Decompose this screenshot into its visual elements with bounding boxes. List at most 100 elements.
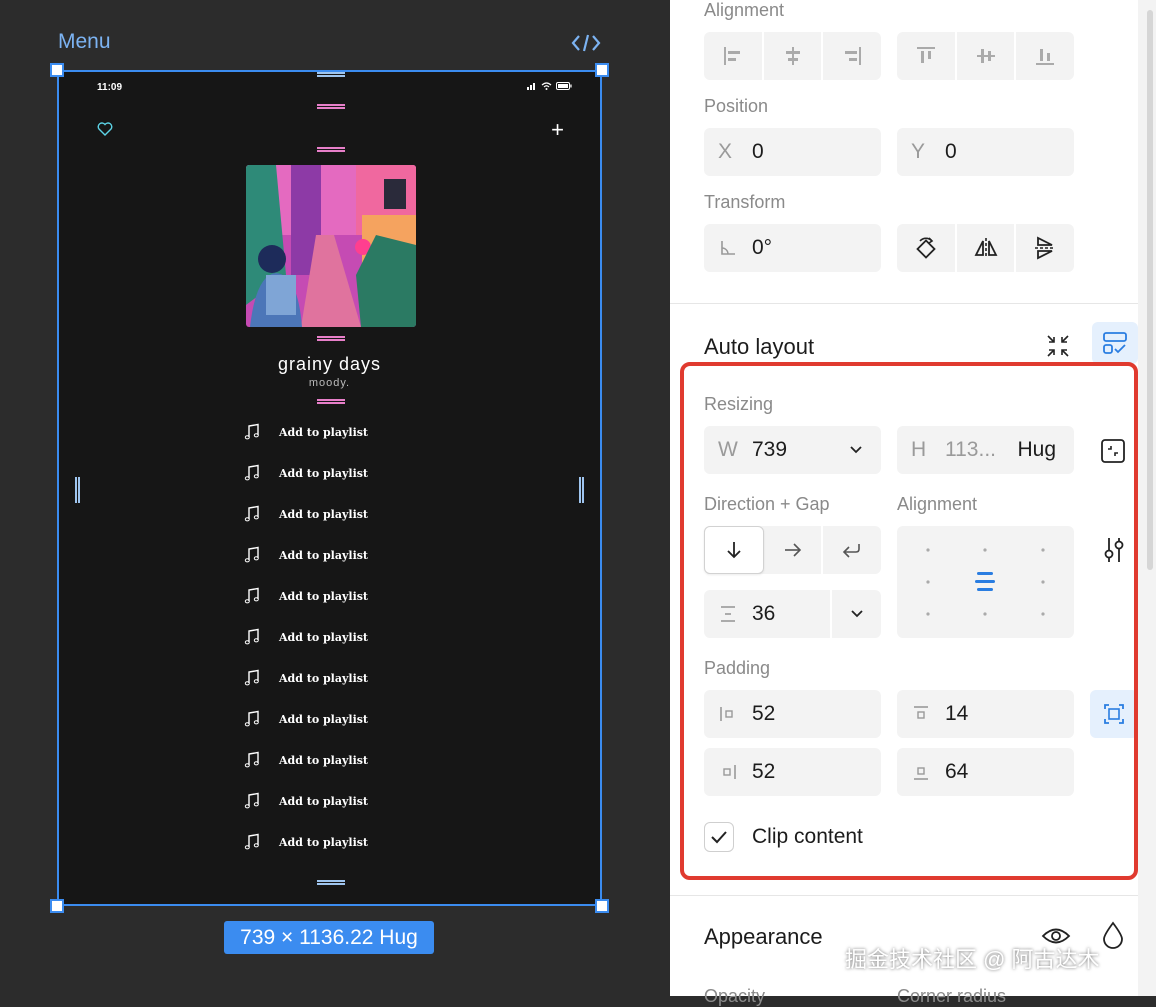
x-prefix: X	[718, 140, 733, 163]
music-note-icon	[244, 792, 259, 809]
playlist-item-label: Add to playlist	[279, 466, 369, 480]
playlist-item[interactable]: Add to playlist	[243, 709, 443, 729]
position-y-field[interactable]: Y 0	[897, 128, 1074, 176]
playlist-item-label: Add to playlist	[279, 671, 369, 685]
playlist-item[interactable]: Add to playlist	[243, 627, 443, 647]
collapse-layout-button[interactable]	[1040, 330, 1076, 362]
playlist-item-label: Add to playlist	[279, 589, 369, 603]
code-icon[interactable]	[570, 32, 602, 54]
align-bottom-icon	[1036, 49, 1055, 65]
music-note-icon	[244, 505, 259, 522]
align-top-icon	[916, 47, 935, 63]
playlist-item[interactable]: Add to playlist	[243, 832, 443, 852]
playlist-item-label: Add to playlist	[279, 835, 369, 849]
music-note-icon	[244, 710, 259, 727]
playlist-item[interactable]: Add to playlist	[243, 422, 443, 442]
section-divider	[670, 303, 1138, 304]
flip-horizontal-button[interactable]	[957, 224, 1017, 272]
align-left-icon	[723, 47, 740, 65]
spacer-marker	[317, 880, 345, 885]
align-middle-icon	[976, 49, 995, 63]
align-top-button[interactable]	[897, 32, 957, 80]
music-note-icon	[244, 464, 259, 481]
wifi-icon	[541, 82, 552, 90]
position-x-field[interactable]: X 0	[704, 128, 881, 176]
section-divider	[670, 895, 1138, 896]
horizontal-align-group	[704, 32, 881, 80]
music-note-icon	[244, 423, 259, 440]
battery-icon	[556, 82, 572, 90]
music-note-icon	[244, 751, 259, 768]
collapse-arrows-icon	[1047, 335, 1069, 357]
plus-icon[interactable]: +	[551, 119, 564, 141]
spacer-marker	[317, 147, 345, 152]
playlist-item[interactable]: Add to playlist	[243, 750, 443, 770]
flip-vertical-button[interactable]	[1016, 224, 1074, 272]
signal-icon	[527, 83, 535, 90]
corner-radius-label: Corner radius	[897, 986, 1007, 1006]
rotate-button[interactable]	[897, 224, 957, 272]
highlight-annotation	[680, 362, 1138, 880]
auto-layout-title: Auto layout	[704, 334, 815, 359]
flip-vertical-icon	[1035, 236, 1056, 260]
position-y-value: 0	[945, 140, 957, 163]
flip-horizontal-icon	[974, 238, 997, 258]
align-right-icon	[845, 47, 862, 65]
blend-mode-button[interactable]	[1098, 918, 1128, 952]
spacer-marker	[317, 399, 345, 404]
playlist-item-label: Add to playlist	[279, 794, 369, 808]
playlist-item[interactable]: Add to playlist	[243, 504, 443, 524]
album-title: grainy days	[277, 354, 382, 374]
frame-name-label[interactable]: Menu	[58, 30, 111, 54]
menu-frame[interactable]: 11:09 + grainy days moody. Add to playli…	[57, 70, 602, 906]
status-time: 11:09	[97, 82, 123, 93]
playlist-item[interactable]: Add to playlist	[243, 668, 443, 688]
rotation-field[interactable]: 0°	[704, 224, 881, 272]
rotate-icon	[916, 237, 936, 259]
resize-handle[interactable]	[50, 63, 64, 77]
rotation-value: 0°	[752, 236, 773, 259]
album-cover-image	[246, 165, 416, 327]
y-prefix: Y	[911, 140, 926, 163]
transform-label: Transform	[704, 192, 786, 212]
position-label: Position	[704, 96, 769, 116]
angle-icon	[721, 241, 735, 255]
playlist-item-label: Add to playlist	[279, 548, 369, 562]
watermark: 掘金技术社区 @ 阿古达木	[845, 947, 1100, 972]
status-icons	[527, 82, 572, 90]
playlist-item[interactable]: Add to playlist	[243, 791, 443, 811]
scrollbar-thumb[interactable]	[1147, 10, 1153, 570]
playlist-item[interactable]: Add to playlist	[243, 463, 443, 483]
playlist-item[interactable]: Add to playlist	[243, 586, 443, 606]
resize-handle[interactable]	[50, 899, 64, 913]
auto-layout-settings-button[interactable]	[1092, 322, 1138, 364]
align-center-h-button[interactable]	[764, 32, 824, 80]
panel-scrollbar[interactable]	[1138, 0, 1156, 996]
padding-marker	[579, 477, 584, 503]
spacer-marker	[317, 72, 345, 77]
align-bottom-button[interactable]	[1016, 32, 1074, 80]
resize-handle[interactable]	[595, 899, 609, 913]
opacity-label: Opacity	[704, 986, 766, 1006]
playlist-item[interactable]: Add to playlist	[243, 545, 443, 565]
music-note-icon	[244, 628, 259, 645]
music-note-icon	[244, 587, 259, 604]
playlist-item-label: Add to playlist	[279, 712, 369, 726]
align-left-button[interactable]	[704, 32, 764, 80]
playlist-item-label: Add to playlist	[279, 507, 369, 521]
layout-check-icon	[1103, 332, 1127, 354]
album-subtitle: moody.	[308, 377, 351, 389]
align-right-button[interactable]	[823, 32, 881, 80]
music-note-icon	[244, 833, 259, 850]
dimension-badge: 739 × 1136.22 Hug	[224, 921, 434, 954]
resize-handle[interactable]	[595, 63, 609, 77]
align-middle-button[interactable]	[957, 32, 1017, 80]
droplet-icon	[1103, 921, 1123, 949]
appearance-title: Appearance	[704, 924, 823, 949]
align-center-h-icon	[785, 47, 800, 65]
design-canvas[interactable]: Menu 11:09 + grainy days moody. Add to p…	[0, 0, 670, 996]
spacer-marker	[317, 336, 345, 341]
music-note-icon	[244, 546, 259, 563]
position-x-value: 0	[752, 140, 764, 163]
heart-icon[interactable]	[97, 122, 113, 136]
